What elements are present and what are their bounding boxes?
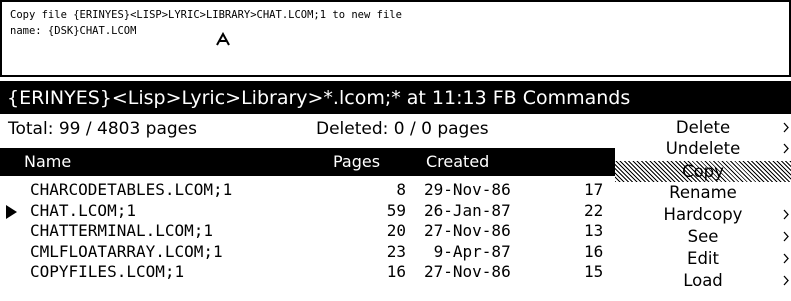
menu-item-label: Delete <box>675 118 731 137</box>
submenu-arrow-icon <box>783 209 789 220</box>
file-row-selected[interactable]: CHAT.LCOM;1 59 26-Jan-87 22 <box>0 201 615 222</box>
file-pages: 23 <box>386 241 406 261</box>
column-header-pages: Pages <box>333 152 381 171</box>
file-row[interactable]: CHARCODETABLES.LCOM;1 8 29-Nov-86 17 <box>0 180 615 201</box>
window-title: {ERINYES}<Lisp>Lyric>Library>*.lcom;* at… <box>7 87 631 109</box>
deleted-pages-summary: Deleted: 0 / 0 pages <box>316 119 489 139</box>
menu-item-label: Edit <box>687 249 719 268</box>
file-created-date: 27-Nov-86 <box>424 221 511 240</box>
file-pages: 8 <box>396 180 406 199</box>
menu-item-label: Load <box>683 271 723 290</box>
menu-item-label: Rename <box>669 183 737 202</box>
total-pages-summary: Total: 99 / 4803 pages <box>8 119 197 139</box>
file-name: CHARCODETABLES.LCOM;1 <box>30 180 233 199</box>
file-pages: 59 <box>386 200 406 220</box>
menu-item-copy[interactable]: Copy <box>615 161 791 182</box>
file-browser-panel: Total: 99 / 4803 pages Deleted: 0 / 0 pa… <box>0 114 615 301</box>
file-created-date: 9-Apr-87 <box>424 241 511 261</box>
file-row[interactable]: CHATTERMINAL.LCOM;1 20 27-Nov-86 13 <box>0 221 615 242</box>
prompt-input-text[interactable]: name: {DSK}CHAT.LCOM <box>10 25 136 37</box>
menu-item-rename[interactable]: Rename <box>615 182 791 203</box>
triangle-pointer-icon <box>6 204 17 219</box>
file-row[interactable]: CMLFLOATARRAY.LCOM;1 23 9-Apr-87 16 <box>0 242 615 263</box>
menu-item-see[interactable]: See <box>615 226 791 247</box>
menu-item-label: Undelete <box>665 139 741 158</box>
file-created-date: 26-Jan-87 <box>424 200 511 220</box>
file-created-time: 16 <box>584 241 604 261</box>
caret-cursor-icon <box>216 32 230 46</box>
submenu-arrow-icon <box>783 122 789 133</box>
file-created-time: 22 <box>584 200 604 220</box>
file-pages: 16 <box>386 262 406 281</box>
file-name: CHAT.LCOM;1 <box>30 200 136 220</box>
fb-commands-menu: Delete Undelete Copy Rename Hardcopy See… <box>615 114 791 301</box>
file-row[interactable]: COPYFILES.LCOM;1 16 27-Nov-86 15 <box>0 262 615 283</box>
file-name: CHATTERMINAL.LCOM;1 <box>30 221 214 240</box>
menu-item-edit[interactable]: Edit <box>615 248 791 269</box>
filebrowser-title-bar[interactable]: {ERINYES}<Lisp>Lyric>Library>*.lcom;* at… <box>0 81 791 114</box>
file-created-date: 27-Nov-86 <box>424 262 511 281</box>
file-created-time: 17 <box>584 180 604 199</box>
prompt-message: Copy file {ERINYES}<LISP>LYRIC>LIBRARY>C… <box>10 9 402 21</box>
column-header-name: Name <box>24 152 72 171</box>
menu-item-load[interactable]: Load <box>615 270 791 291</box>
menu-item-undelete[interactable]: Undelete <box>615 138 791 159</box>
submenu-arrow-icon <box>783 253 789 264</box>
file-created-time: 13 <box>584 221 604 240</box>
menu-item-label: Copy <box>682 162 724 181</box>
submenu-arrow-icon <box>783 231 789 242</box>
file-created-time: 15 <box>584 262 604 281</box>
file-list: CHARCODETABLES.LCOM;1 8 29-Nov-86 17 CHA… <box>0 180 615 283</box>
file-name: COPYFILES.LCOM;1 <box>30 262 185 281</box>
submenu-arrow-icon <box>783 143 789 154</box>
file-name: CMLFLOATARRAY.LCOM;1 <box>30 241 223 261</box>
file-created-date: 29-Nov-86 <box>424 180 511 199</box>
copy-prompt-window[interactable]: Copy file {ERINYES}<LISP>LYRIC>LIBRARY>C… <box>0 0 791 77</box>
menu-item-delete[interactable]: Delete <box>615 117 791 138</box>
column-header-row: Name Pages Created <box>0 148 615 176</box>
menu-item-label: See <box>687 227 719 246</box>
menu-item-hardcopy[interactable]: Hardcopy <box>615 204 791 225</box>
menu-item-label: Hardcopy <box>663 205 743 224</box>
file-pages: 20 <box>386 221 406 240</box>
submenu-arrow-icon <box>783 275 789 286</box>
column-header-created: Created <box>426 152 490 171</box>
